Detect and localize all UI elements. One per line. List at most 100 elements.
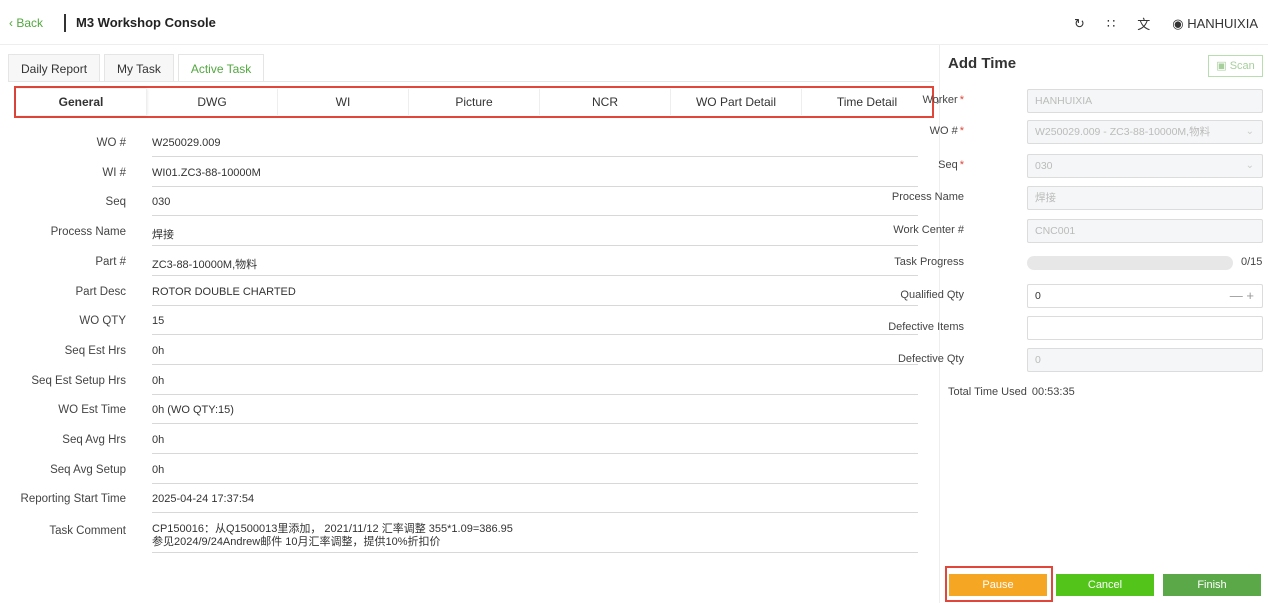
wo-row: WO # * W250029.009 - ZC3-88-10000M,物料 ⌄ — [930, 120, 1264, 144]
subtab-picture[interactable]: Picture — [409, 89, 540, 115]
user-icon: ◉ — [1172, 15, 1184, 31]
form-row: WO # W250029.009 — [0, 133, 918, 157]
progress-label: Task Progress — [894, 256, 964, 268]
task-comment-label: Task Comment — [49, 525, 126, 537]
form-row: WI # WI01.ZC3-88-10000M — [0, 163, 918, 187]
refresh-icon[interactable]: ↻ — [1074, 16, 1085, 32]
task-comment-value: CP150016：从Q1500013里添加， 2021/11/12 汇率调整 3… — [152, 523, 918, 553]
field-value: 0h — [152, 434, 918, 454]
tab-daily-report[interactable]: Daily Report — [8, 54, 101, 82]
seq-value: 030 — [1035, 160, 1053, 172]
pause-button[interactable]: Pause — [949, 574, 1047, 596]
form-row: WO Est Time 0h (WO QTY:15) — [0, 400, 918, 424]
form-row: Seq Est Hrs 0h — [0, 341, 918, 365]
worker-label: Worker * — [922, 94, 964, 106]
seq-row: Seq * 030 ⌄ — [938, 154, 1264, 178]
tab-underline — [8, 81, 934, 82]
subtab-dwg[interactable]: DWG — [147, 89, 278, 115]
cancel-button[interactable]: Cancel — [1056, 574, 1154, 596]
subtab-ncr[interactable]: NCR — [540, 89, 671, 115]
qualified-qty-stepper[interactable]: 0 — + — [1027, 284, 1263, 308]
worker-row: Worker * HANHUIXIA — [922, 89, 1264, 113]
qualified-value: 0 — [1035, 290, 1041, 302]
user-name: HANHUIXIA — [1187, 15, 1258, 31]
form-row: WO QTY 15 — [0, 311, 918, 335]
subtab-wi[interactable]: WI — [278, 89, 409, 115]
header-actions: ↻ ∷ 文 ◉ HANHUIXIA — [1074, 14, 1258, 33]
stepper-controls[interactable]: — + — [1230, 285, 1254, 307]
back-button[interactable]: ‹ Back — [9, 16, 43, 30]
task-progress-bar — [1027, 256, 1233, 270]
task-comment-line: CP150016：从Q1500013里添加， 2021/11/12 汇率调整 3… — [152, 523, 513, 535]
form-row: Part Desc ROTOR DOUBLE CHARTED — [0, 282, 918, 306]
seq-label: Seq * — [938, 159, 964, 171]
app-title: M3 Workshop Console — [76, 15, 216, 30]
scan-button[interactable]: ▣ Scan — [1208, 55, 1263, 77]
field-label: WO # — [96, 137, 126, 149]
field-label: WO QTY — [79, 315, 126, 327]
defective-qty-row: Defective Qty 0 — [898, 348, 1264, 372]
defective-items-label: Defective Items — [888, 321, 964, 333]
user-menu[interactable]: ◉ HANHUIXIA — [1172, 16, 1258, 32]
seq-select[interactable]: 030 ⌄ — [1027, 154, 1263, 178]
total-time-used: Total Time Used 00:53:35 — [948, 386, 1075, 398]
field-value: 0h — [152, 375, 918, 395]
defective-qty-field[interactable]: 0 — [1027, 348, 1263, 372]
field-value: 2025-04-24 17:37:54 — [152, 493, 918, 513]
field-value: 030 — [152, 196, 918, 216]
subtab-general[interactable]: General — [16, 89, 147, 115]
worker-field[interactable]: HANHUIXIA — [1027, 89, 1263, 113]
field-label: Seq Avg Setup — [50, 464, 126, 476]
subtab-wo-part-detail[interactable]: WO Part Detail — [671, 89, 802, 115]
progress-row: Task Progress 0/15 — [894, 251, 1264, 275]
chevron-down-icon: ⌄ — [1245, 160, 1254, 171]
progress-text: 0/15 — [1241, 256, 1263, 268]
tab-my-task[interactable]: My Task — [104, 54, 174, 82]
subtab-time-detail[interactable]: Time Detail — [802, 89, 932, 115]
process-row: Process Name 焊接 — [892, 186, 1264, 210]
defective-items-row: Defective Items — [888, 316, 1264, 340]
fullscreen-icon[interactable]: ∷ — [1107, 16, 1115, 32]
field-label: Reporting Start Time — [20, 493, 126, 505]
total-time-value: 00:53:35 — [1031, 386, 1075, 398]
field-label: Part Desc — [75, 286, 127, 298]
workcenter-label: Work Center # — [893, 224, 964, 236]
sub-tabs: General DWG WI Picture NCR WO Part Detai… — [14, 86, 934, 118]
field-label: Seq Est Hrs — [64, 345, 126, 357]
wo-select[interactable]: W250029.009 - ZC3-88-10000M,物料 ⌄ — [1027, 120, 1263, 144]
field-value: ROTOR DOUBLE CHARTED — [152, 286, 918, 306]
field-label: WO Est Time — [58, 404, 126, 416]
title-divider — [64, 14, 66, 32]
field-value: WI01.ZC3-88-10000M — [152, 167, 918, 187]
translate-icon[interactable]: 文 — [1137, 14, 1150, 33]
field-label: Part # — [95, 256, 126, 268]
field-label: Seq — [105, 196, 126, 208]
form-row: Reporting Start Time 2025-04-24 17:37:54 — [0, 489, 918, 513]
qualified-row: Qualified Qty 0 — + — [900, 284, 1264, 308]
form-row: Part # ZC3-88-10000M,物料 — [0, 252, 918, 276]
field-value: 焊接 — [152, 226, 918, 246]
form-row: Seq 030 — [0, 192, 918, 216]
add-time-title: Add Time — [948, 55, 1017, 72]
task-comment-row: Task Comment CP150016：从Q1500013里添加， 2021… — [0, 521, 918, 553]
field-value: W250029.009 — [152, 137, 918, 157]
wo-value: W250029.009 - ZC3-88-10000M,物料 — [1035, 126, 1211, 138]
wo-label: WO # * — [929, 125, 964, 137]
field-label: WI # — [102, 167, 126, 179]
chevron-left-icon: ‹ — [9, 16, 13, 30]
field-label: Seq Avg Hrs — [62, 434, 126, 446]
tab-active-task[interactable]: Active Task — [177, 54, 265, 82]
field-value: 15 — [152, 315, 918, 335]
defective-items-field[interactable] — [1027, 316, 1263, 340]
field-label: Seq Est Setup Hrs — [31, 375, 126, 387]
defective-qty-label: Defective Qty — [897, 353, 964, 365]
scan-label: Scan — [1229, 60, 1255, 72]
finish-button[interactable]: Finish — [1163, 574, 1261, 596]
field-value: 0h (WO QTY:15) — [152, 404, 918, 424]
field-value: 0h — [152, 345, 918, 365]
qualified-label: Qualified Qty — [900, 289, 964, 301]
workcenter-field[interactable]: CNC001 — [1027, 219, 1263, 243]
total-time-label: Total Time Used — [948, 386, 1027, 398]
process-field[interactable]: 焊接 — [1027, 186, 1263, 210]
form-row: Process Name 焊接 — [0, 222, 918, 246]
